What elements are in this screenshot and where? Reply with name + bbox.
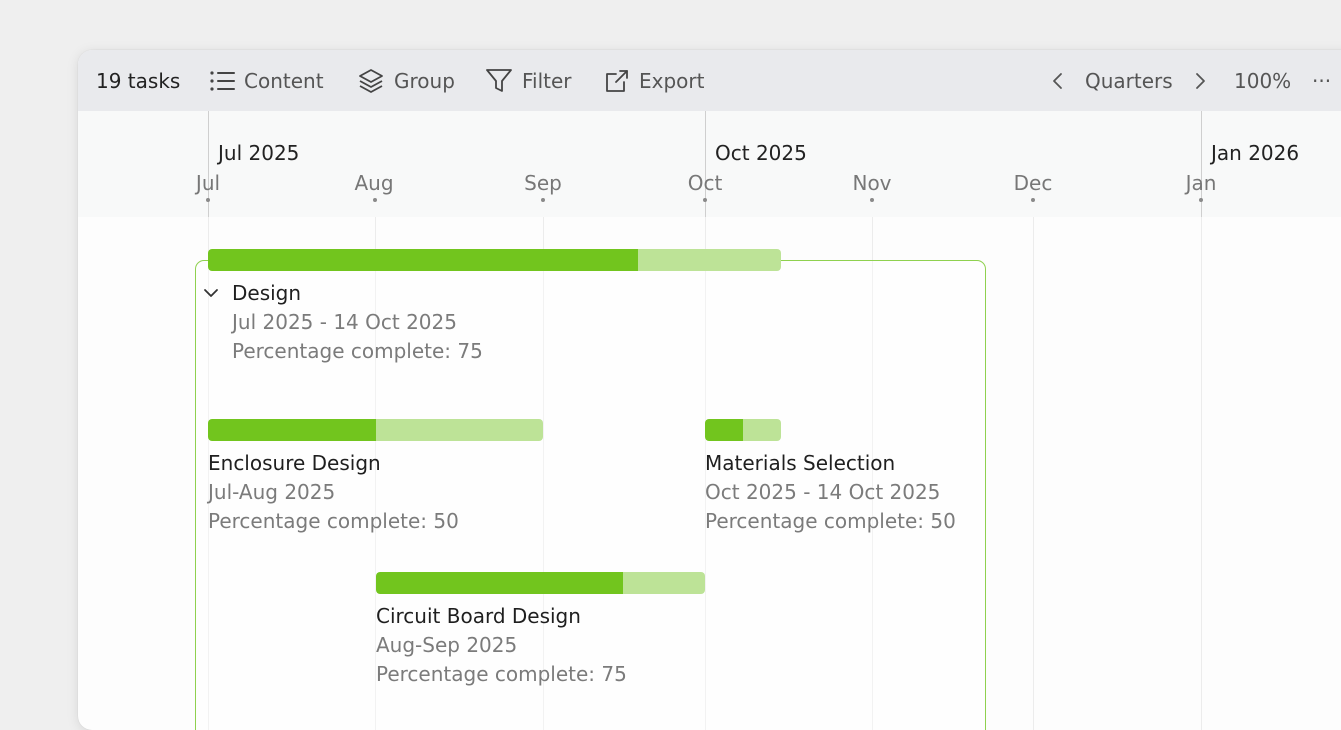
export-button-label: Export	[639, 68, 705, 93]
group-button[interactable]: Group	[357, 50, 455, 111]
chevron-right-icon	[1193, 71, 1207, 91]
design-title[interactable]: Design	[232, 281, 301, 305]
circuit-board-design-progress-bar[interactable]	[376, 572, 705, 594]
filter-button-label: Filter	[522, 68, 572, 93]
group-button-label: Group	[394, 68, 455, 93]
more-icon: ···	[1312, 68, 1332, 93]
circuit-board-design-title[interactable]: Circuit Board Design	[376, 604, 581, 628]
external-link-icon	[604, 68, 630, 94]
scale-selector-label: Quarters	[1085, 68, 1173, 93]
content-button-label: Content	[244, 68, 324, 93]
design-progress-fill	[208, 249, 638, 271]
month-tick	[373, 198, 377, 202]
chevron-down-icon	[204, 289, 218, 297]
quarter-label: Jul 2025	[218, 141, 300, 165]
timeline-header: Jul 2025 Oct 2025 Jan 2026 Jul Aug Sep O…	[78, 111, 1341, 217]
design-progress-bar[interactable]	[208, 249, 781, 271]
toolbar: 19 tasks Content Group Filter Export Qua…	[78, 50, 1341, 111]
export-button[interactable]: Export	[604, 50, 704, 111]
layers-icon	[357, 67, 385, 95]
zoom-level-label: 100%	[1234, 68, 1292, 93]
month-label: Sep	[524, 171, 562, 195]
quarter-label: Oct 2025	[715, 141, 807, 165]
previous-period-button[interactable]	[1051, 50, 1065, 111]
month-tick	[206, 198, 210, 202]
filter-icon	[485, 68, 513, 94]
enclosure-design-percentage: Percentage complete: 50	[208, 509, 459, 533]
month-tick	[1031, 198, 1035, 202]
scale-selector[interactable]: Quarters	[1085, 50, 1173, 111]
list-icon	[209, 69, 235, 93]
timeline-window: 19 tasks Content Group Filter Export Qua…	[78, 50, 1341, 730]
circuit-board-design-percentage: Percentage complete: 75	[376, 662, 627, 686]
month-label: Oct	[687, 171, 723, 195]
month-gridline	[1033, 217, 1034, 730]
circuit-board-design-dates: Aug-Sep 2025	[376, 633, 518, 657]
month-label: Jul	[195, 171, 221, 195]
design-percentage: Percentage complete: 75	[232, 339, 483, 363]
month-tick	[541, 198, 545, 202]
chevron-left-icon	[1051, 71, 1065, 91]
enclosure-design-dates: Jul-Aug 2025	[208, 480, 336, 504]
enclosure-design-title[interactable]: Enclosure Design	[208, 451, 381, 475]
month-label: Aug	[354, 171, 394, 195]
month-tick	[870, 198, 874, 202]
materials-selection-dates: Oct 2025 - 14 Oct 2025	[705, 480, 941, 504]
quarter-label: Jan 2026	[1211, 141, 1300, 165]
content-button[interactable]: Content	[209, 50, 324, 111]
filter-button[interactable]: Filter	[485, 50, 572, 111]
month-label: Jan	[1185, 171, 1217, 195]
design-dates: Jul 2025 - 14 Oct 2025	[232, 310, 457, 334]
more-options-button[interactable]: ···	[1312, 50, 1331, 111]
task-count-label: 19 tasks	[96, 68, 181, 93]
collapse-group-button[interactable]	[202, 285, 220, 304]
materials-selection-progress-fill	[705, 419, 743, 441]
zoom-level[interactable]: 100%	[1234, 50, 1291, 111]
month-label: Dec	[1013, 171, 1053, 195]
materials-selection-title[interactable]: Materials Selection	[705, 451, 895, 475]
materials-selection-progress-bar[interactable]	[705, 419, 781, 441]
materials-selection-percentage: Percentage complete: 50	[705, 509, 956, 533]
next-period-button[interactable]	[1193, 50, 1207, 111]
enclosure-design-progress-fill	[208, 419, 376, 441]
month-label: Nov	[852, 171, 892, 195]
circuit-board-design-progress-fill	[376, 572, 623, 594]
month-tick	[703, 198, 707, 202]
month-gridline	[1201, 217, 1202, 730]
task-count: 19 tasks	[96, 50, 180, 111]
month-tick	[1199, 198, 1203, 202]
enclosure-design-progress-bar[interactable]	[208, 419, 543, 441]
